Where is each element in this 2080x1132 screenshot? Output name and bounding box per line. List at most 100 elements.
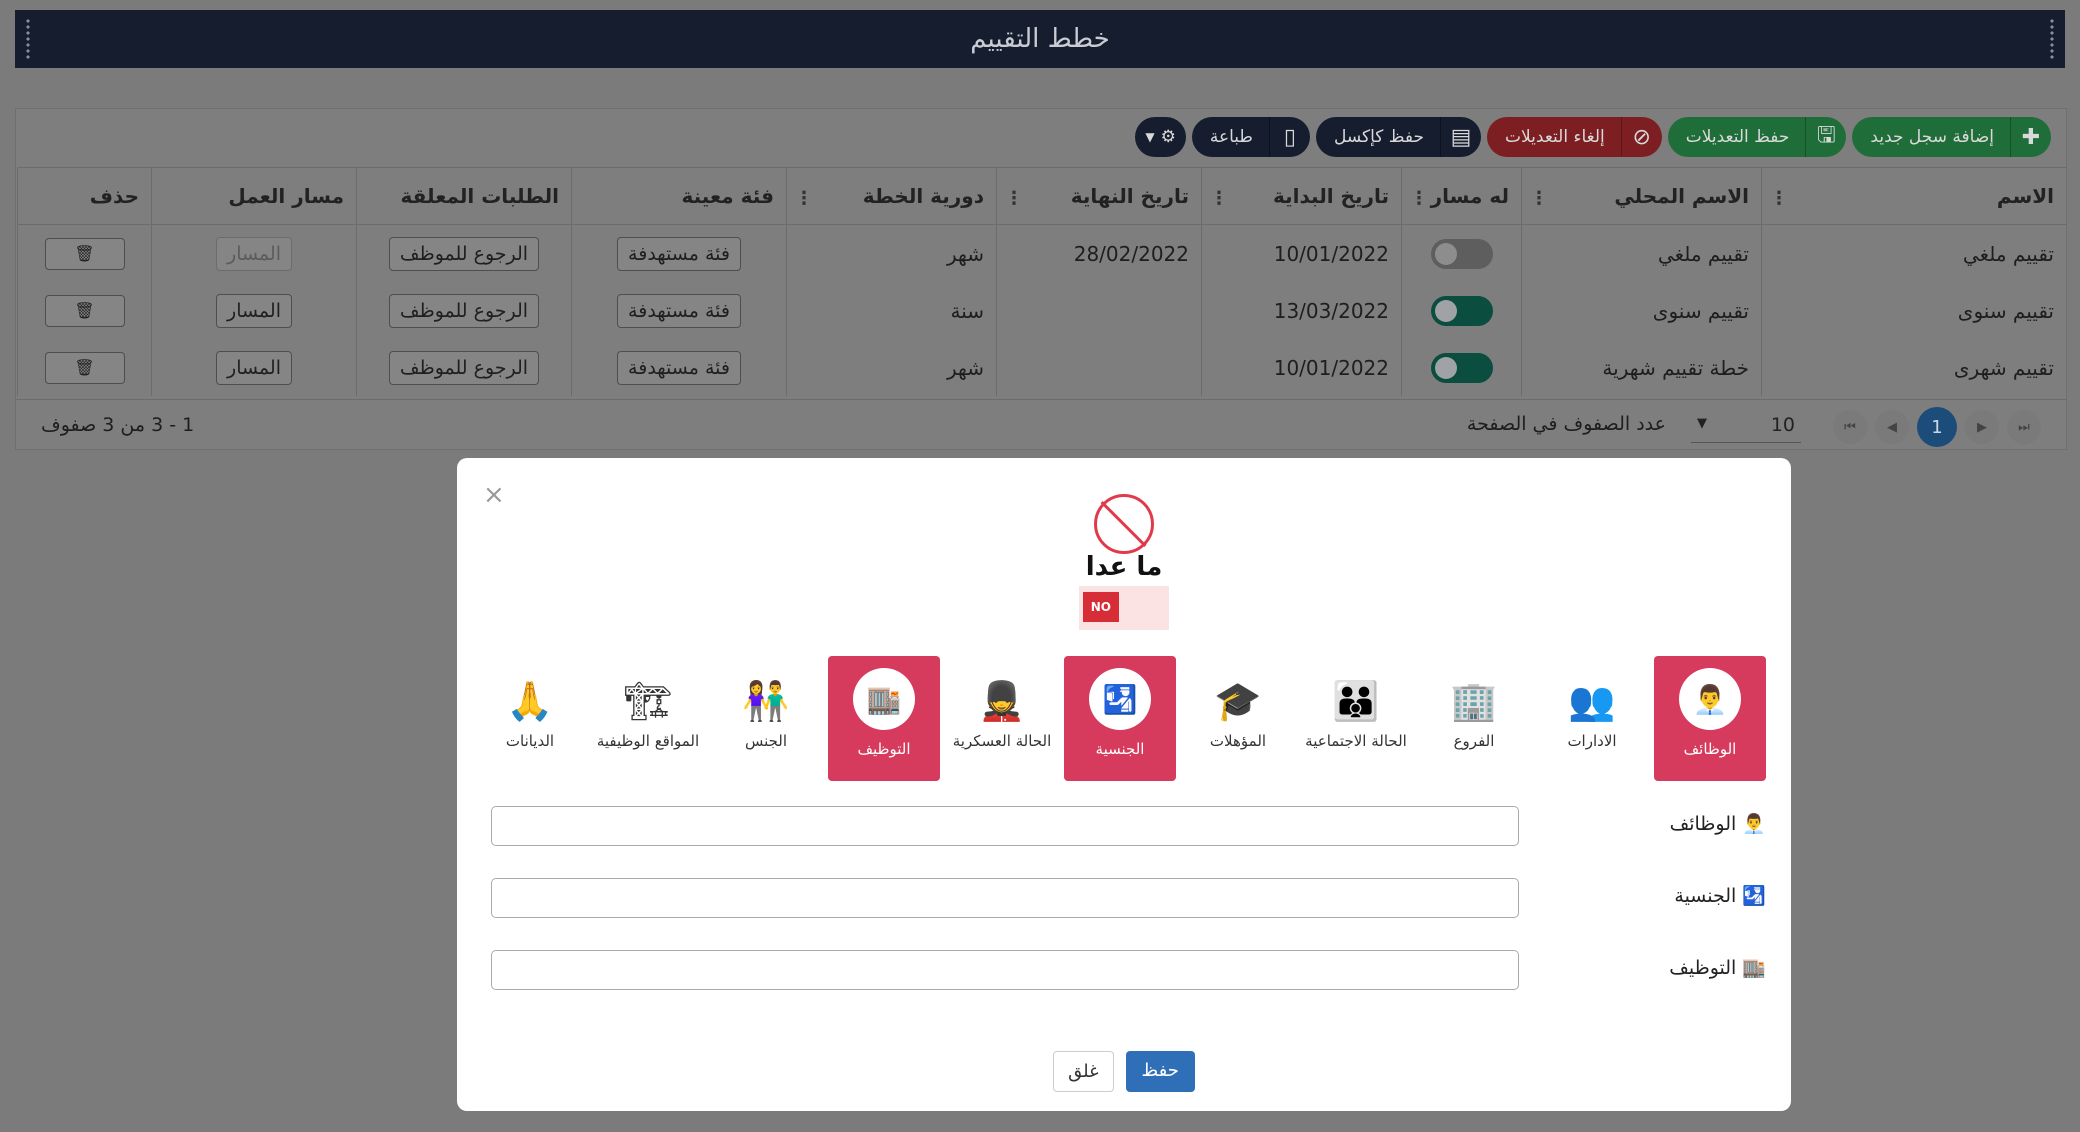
col-header-category[interactable]: فئة معينة bbox=[571, 167, 787, 225]
pdf-file-icon: ▯ bbox=[1268, 117, 1310, 157]
drag-handle-left[interactable] bbox=[25, 18, 31, 60]
cell-period[interactable]: سنة bbox=[786, 282, 997, 339]
path-button[interactable]: المسار bbox=[216, 293, 292, 328]
col-header-work-path[interactable]: مسار العمل bbox=[151, 167, 357, 225]
plus-icon: ✚ bbox=[2010, 117, 2051, 157]
col-header-pending[interactable]: الطلبات المعلقة bbox=[356, 167, 572, 225]
delete-row-button[interactable]: 🗑 bbox=[44, 294, 125, 327]
add-record-button[interactable]: ✚ إضافة سجل جديد bbox=[1852, 117, 2051, 157]
path-button[interactable]: المسار bbox=[216, 350, 292, 385]
nationality-multiselect-input[interactable] bbox=[491, 878, 1519, 918]
cell-local-name[interactable]: تقييم سنوى bbox=[1521, 282, 1762, 339]
employment-multiselect-input[interactable] bbox=[491, 950, 1519, 990]
col-header-has-path[interactable]: له مسار ⋮ bbox=[1401, 167, 1522, 225]
no-people-icon bbox=[1094, 494, 1154, 554]
gear-icon: ⚙ bbox=[1160, 127, 1176, 147]
jobs-multiselect-input[interactable] bbox=[491, 806, 1519, 846]
category-exclusion-dialog: × ما عدا NO 👨‍💼 الوظائف 👥 الادارات 🏢 الفروع… bbox=[457, 458, 1791, 1111]
cell-name[interactable]: تقييم ملغي bbox=[1761, 224, 2066, 282]
return-to-employee-button[interactable]: الرجوع للموظف bbox=[388, 236, 540, 271]
return-to-employee-button[interactable]: الرجوع للموظف bbox=[388, 350, 540, 385]
cell-end-date[interactable]: 28/02/2022 bbox=[996, 224, 1202, 282]
has-path-toggle[interactable] bbox=[1430, 295, 1493, 326]
delete-row-button[interactable]: 🗑 bbox=[44, 351, 125, 384]
page-size-select[interactable]: 10 ▼ bbox=[1691, 408, 1801, 443]
cell-start-date[interactable]: 10/01/2022 bbox=[1201, 224, 1402, 282]
col-header-period[interactable]: دورية الخطة ⋮ bbox=[786, 167, 997, 225]
category-jobs[interactable]: 👨‍💼 الوظائف bbox=[1654, 656, 1766, 781]
delete-row-button[interactable]: 🗑 bbox=[44, 237, 125, 270]
employee-icon: 👨‍💼 bbox=[1679, 668, 1741, 730]
excel-file-icon: ▤ bbox=[1440, 117, 1481, 157]
category-nationality[interactable]: 🛂 الجنسية bbox=[1064, 656, 1176, 781]
column-menu-icon[interactable]: ⋮ bbox=[1410, 188, 1428, 209]
save-changes-button[interactable]: 🖫 حفظ التعديلات bbox=[1667, 117, 1847, 157]
col-header-delete[interactable]: حذف bbox=[17, 167, 152, 225]
cell-name[interactable]: تقييم شهرى bbox=[1761, 339, 2066, 396]
col-header-name[interactable]: الاسم ⋮ bbox=[1761, 167, 2066, 225]
page-size-label: عدد الصفوف في الصفحة bbox=[1466, 413, 1666, 435]
category-departments[interactable]: 👥 الادارات bbox=[1536, 656, 1648, 781]
save-button[interactable]: حفظ bbox=[1125, 1051, 1195, 1092]
category-military-status[interactable]: 💂 الحالة العسكرية bbox=[946, 656, 1058, 781]
cell-end-date[interactable] bbox=[996, 282, 1202, 339]
col-header-local-name[interactable]: الاسم المحلي ⋮ bbox=[1521, 167, 1762, 225]
category-branches[interactable]: 🏢 الفروع bbox=[1418, 656, 1530, 781]
target-category-button[interactable]: فئة مستهدفة bbox=[617, 293, 741, 328]
return-to-employee-button[interactable]: الرجوع للموظف bbox=[388, 293, 540, 328]
category-religions[interactable]: 🙏 الديانات bbox=[474, 656, 586, 781]
cell-name[interactable]: تقييم سنوى bbox=[1761, 282, 2066, 339]
cell-has-path bbox=[1401, 224, 1522, 282]
no-badge: NO bbox=[1082, 592, 1119, 622]
last-page-icon[interactable]: ⏭ bbox=[2007, 410, 2041, 444]
column-menu-icon[interactable]: ⋮ bbox=[1005, 188, 1023, 209]
chevron-down-icon: ▼ bbox=[1697, 416, 1707, 431]
has-path-toggle[interactable] bbox=[1430, 352, 1493, 383]
path-button[interactable]: المسار bbox=[216, 236, 292, 271]
drag-handle-right[interactable] bbox=[2049, 18, 2055, 60]
cancel-changes-button[interactable]: ⊘ إلغاء التعديلات bbox=[1487, 117, 1662, 157]
category-marital-status[interactable]: 👪 الحالة الاجتماعية bbox=[1300, 656, 1412, 781]
next-page-icon[interactable]: ▶ bbox=[1965, 410, 1999, 444]
prev-page-icon[interactable]: ◀ bbox=[1875, 410, 1909, 444]
category-employment[interactable]: 🏬 التوظيف bbox=[828, 656, 940, 781]
column-menu-icon[interactable]: ⋮ bbox=[795, 188, 813, 209]
trash-icon: 🗑 bbox=[74, 300, 95, 320]
column-menu-icon[interactable]: ⋮ bbox=[1210, 188, 1228, 209]
category-gender[interactable]: 👫 الجنس bbox=[710, 656, 822, 781]
cell-start-date[interactable]: 13/03/2022 bbox=[1201, 282, 1402, 339]
exclusion-toggle[interactable]: NO bbox=[1079, 586, 1169, 630]
target-category-button[interactable]: فئة مستهدفة bbox=[617, 350, 741, 385]
category-qualifications[interactable]: 🎓 المؤهلات bbox=[1182, 656, 1294, 781]
grid-toolbar: ✚ إضافة سجل جديد 🖫 حفظ التعديلات ⊘ إلغاء ال… bbox=[1135, 117, 2051, 159]
col-header-end-date[interactable]: تاريخ النهاية ⋮ bbox=[996, 167, 1202, 225]
passport-icon: 🛂 bbox=[1089, 668, 1151, 730]
target-category-button[interactable]: فئة مستهدفة bbox=[617, 236, 741, 271]
print-button[interactable]: ▯ طباعة bbox=[1191, 117, 1310, 157]
cell-end-date[interactable] bbox=[996, 339, 1202, 396]
cell-period[interactable]: شهر bbox=[786, 339, 997, 396]
has-path-toggle[interactable] bbox=[1430, 238, 1493, 269]
pager-info: 1 - 3 من 3 صفوف bbox=[41, 414, 195, 436]
settings-menu-button[interactable]: ⚙ ▼ bbox=[1135, 117, 1186, 157]
cell-category: فئة مستهدفة bbox=[571, 282, 787, 339]
pager-nav: ⏮ ◀ 1 ▶ ⏭ bbox=[1833, 407, 2041, 447]
export-excel-button[interactable]: ▤ حفظ كإكسل bbox=[1315, 117, 1482, 157]
cell-local-name[interactable]: خطة تقييم شهرية bbox=[1521, 339, 1762, 396]
first-page-icon[interactable]: ⏮ bbox=[1833, 410, 1867, 444]
window-title: خطط التقييم bbox=[970, 24, 1110, 54]
col-header-start-date[interactable]: تاريخ البداية ⋮ bbox=[1201, 167, 1402, 225]
table-row[interactable]: تقييم شهرى خطة تقييم شهرية 10/01/2022 شه… bbox=[17, 339, 2066, 396]
table-row[interactable]: تقييم سنوى تقييم سنوى 13/03/2022 سنة فئة… bbox=[17, 282, 2066, 339]
cell-local-name[interactable]: تقييم ملغي bbox=[1521, 224, 1762, 282]
category-job-locations[interactable]: 🏗 المواقع الوظيفية bbox=[592, 656, 704, 781]
cell-period[interactable]: شهر bbox=[786, 224, 997, 282]
cell-work-path: المسار bbox=[151, 339, 357, 396]
cell-start-date[interactable]: 10/01/2022 bbox=[1201, 339, 1402, 396]
window-title-bar: خطط التقييم bbox=[15, 10, 2065, 68]
table-row[interactable]: تقييم ملغي تقييم ملغي 10/01/2022 28/02/2… bbox=[17, 224, 2066, 282]
column-menu-icon[interactable]: ⋮ bbox=[1530, 188, 1548, 209]
close-button[interactable]: غلق bbox=[1053, 1051, 1114, 1092]
page-number-button[interactable]: 1 bbox=[1917, 407, 1957, 447]
column-menu-icon[interactable]: ⋮ bbox=[1770, 188, 1788, 209]
